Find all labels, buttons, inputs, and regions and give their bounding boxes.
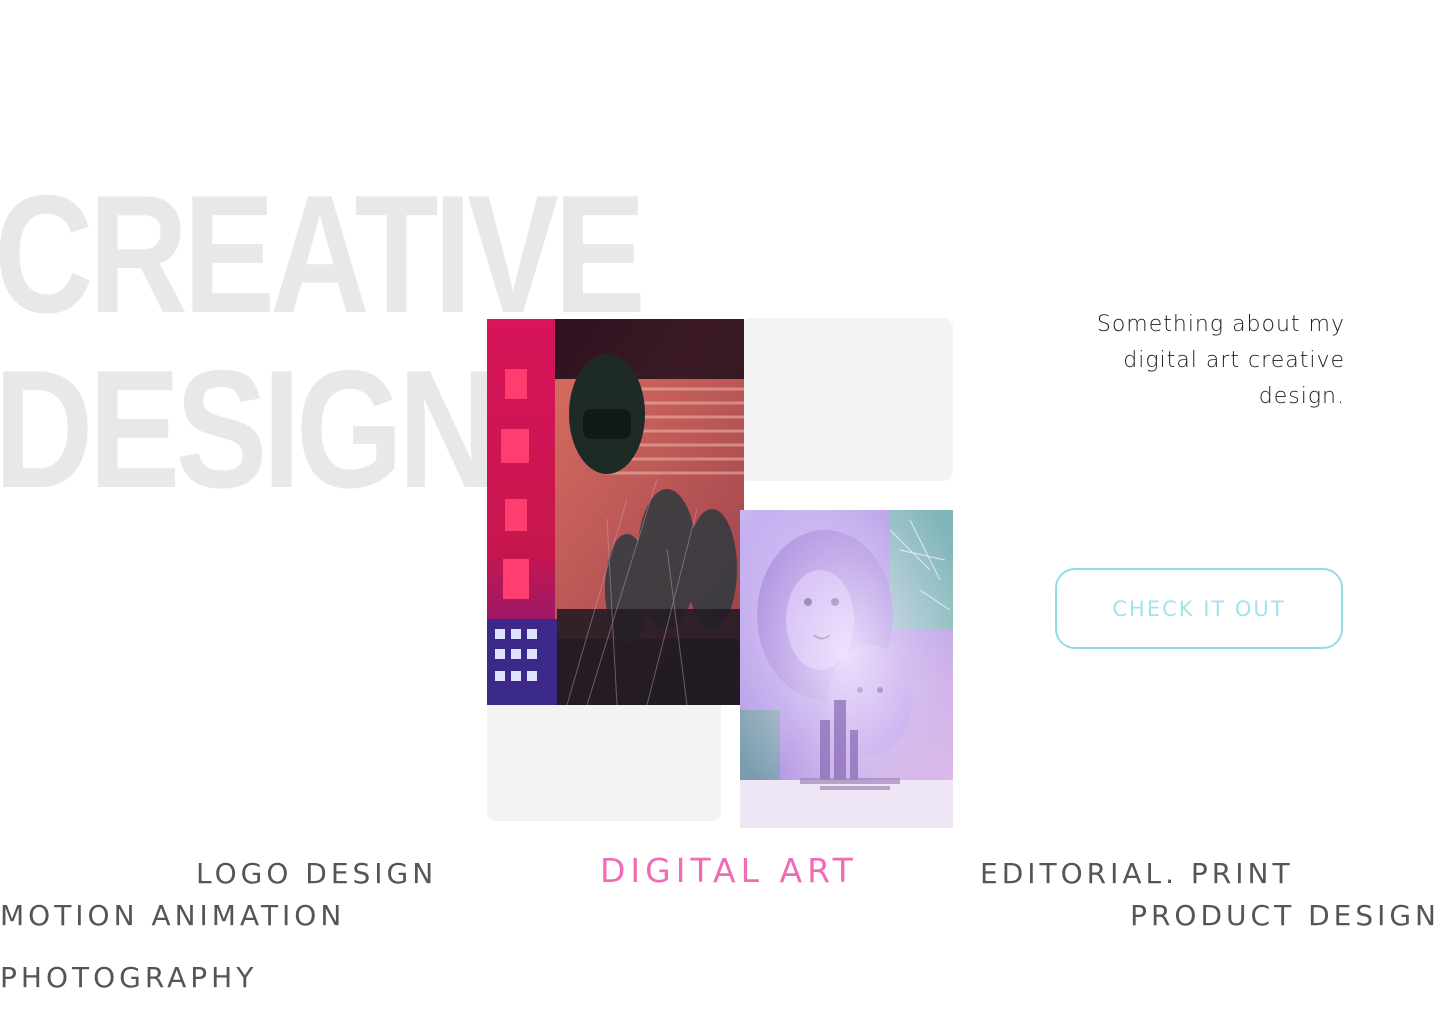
category-photography[interactable]: PHOTOGRAPHY (0, 961, 257, 994)
check-it-out-button[interactable]: CHECK IT OUT (1055, 568, 1343, 649)
decorative-panel-top (740, 318, 953, 481)
lion-double-exposure-image (740, 510, 953, 828)
category-product-design[interactable]: PRODUCT DESIGN (1130, 899, 1440, 932)
category-motion-animation[interactable]: MOTION ANIMATION (0, 899, 345, 932)
decorative-panel-bottom (487, 690, 721, 821)
lion-double-exposure-artwork[interactable] (740, 510, 953, 828)
hero-title-line-2: DESIGN (0, 335, 498, 523)
category-digital-art[interactable]: DIGITAL ART (600, 851, 858, 890)
neon-street-artwork[interactable] (487, 319, 744, 705)
neon-street-image (487, 319, 744, 705)
category-logo-design[interactable]: LOGO DESIGN (196, 857, 437, 890)
hero-title-line-1: CREATIVE (0, 160, 646, 348)
about-description: Something about my digital art creative … (1096, 312, 1345, 409)
category-editorial-print[interactable]: EDITORIAL. PRINT (980, 857, 1294, 890)
